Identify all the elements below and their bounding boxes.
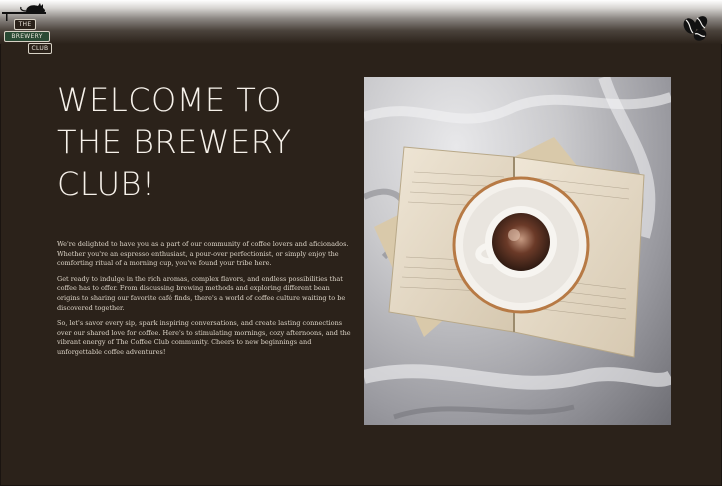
hero-title-line-1: WELCOME TO bbox=[57, 81, 282, 119]
intro-paragraph-1: We're delighted to have you as a part of… bbox=[57, 240, 349, 268]
intro-text: We're delighted to have you as a part of… bbox=[57, 240, 353, 364]
logo-line-brewery: BREWERY bbox=[4, 31, 50, 42]
hero-title: WELCOME TO THE BREWERY CLUB! bbox=[57, 79, 347, 205]
header-bar bbox=[0, 0, 722, 44]
intro-paragraph-3: So, let's savor every sip, spark inspiri… bbox=[57, 319, 351, 356]
brewery-club-logo[interactable]: THE BREWERY CLUB bbox=[2, 3, 54, 54]
intro-paragraph-2: Get ready to indulge in the rich aromas,… bbox=[57, 274, 346, 312]
hero-title-line-3: CLUB! bbox=[57, 165, 156, 203]
coffee-beans-icon[interactable] bbox=[680, 14, 710, 42]
hero-title-line-2: THE BREWERY bbox=[57, 123, 292, 161]
photo-illustration bbox=[364, 77, 671, 420]
coffee-book-photo bbox=[364, 77, 671, 425]
logo-line-the: THE bbox=[14, 19, 36, 30]
logo-line-club: CLUB bbox=[28, 43, 52, 54]
